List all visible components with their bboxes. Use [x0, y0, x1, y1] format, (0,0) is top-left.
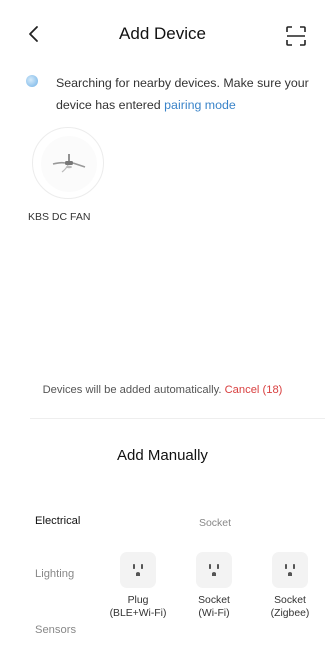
searching-indicator-icon: [26, 75, 38, 87]
socket-outlet-icon: [209, 564, 219, 576]
pairing-mode-link[interactable]: pairing mode: [164, 98, 236, 112]
socket-section-label: Socket: [198, 517, 232, 529]
category-sensors[interactable]: Sensors: [35, 624, 76, 636]
socket-outlet-icon: [133, 564, 143, 576]
socket-outlet-icon: [285, 564, 295, 576]
divider: [30, 418, 325, 419]
product-icon-container: [196, 552, 232, 588]
product-label-line2: (Wi-Fi): [198, 608, 230, 619]
device-icon-container: [41, 136, 97, 192]
auto-add-notice: Devices will be added automatically. Can…: [0, 384, 325, 396]
scan-frame-icon: [286, 26, 306, 46]
category-lighting[interactable]: Lighting: [35, 568, 74, 580]
product-label-line1: Socket: [198, 595, 230, 606]
category-electrical[interactable]: Electrical: [35, 515, 80, 527]
search-status-text: Searching for nearby devices. Make sure …: [56, 72, 316, 116]
ceiling-fan-icon: [52, 154, 86, 173]
product-label-line2: (Zigbee): [270, 608, 310, 619]
scan-button[interactable]: [282, 22, 310, 50]
header: Add Device: [0, 0, 325, 66]
device-icon-ring: [32, 127, 104, 199]
product-icon-container: [272, 552, 308, 588]
product-label-line2: (BLE+Wi-Fi): [109, 608, 167, 619]
product-label: Socket (Wi-Fi): [174, 594, 254, 620]
product-label: Plug (BLE+Wi-Fi): [98, 594, 178, 620]
product-label-line1: Plug: [127, 595, 149, 606]
product-label-line1: Socket: [274, 595, 306, 606]
cancel-button[interactable]: Cancel (18): [225, 384, 283, 396]
device-name: KBS DC FAN: [28, 211, 91, 223]
add-manually-title: Add Manually: [117, 447, 208, 464]
product-icon-container: [120, 552, 156, 588]
auto-add-text: Devices will be added automatically.: [42, 384, 222, 396]
page-title: Add Device: [119, 24, 206, 43]
product-label: Socket (Zigbee): [250, 594, 325, 620]
found-device[interactable]: KBS DC FAN: [28, 124, 118, 234]
